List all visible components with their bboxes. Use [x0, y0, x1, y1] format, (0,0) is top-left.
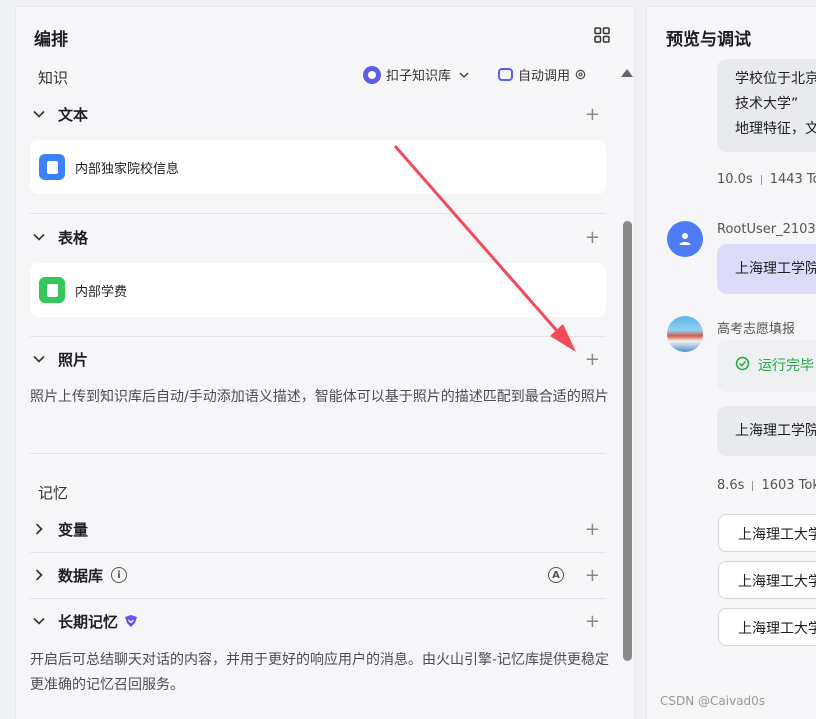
- long-term-memory-row[interactable]: 长期记忆 +: [30, 606, 606, 636]
- divider: [30, 552, 606, 553]
- coze-kb-icon: [363, 65, 381, 84]
- add-variable-button[interactable]: +: [585, 519, 600, 540]
- divider: [30, 336, 606, 337]
- add-database-button[interactable]: +: [585, 565, 600, 586]
- suggested-question[interactable]: 上海理工大学: [718, 514, 816, 552]
- divider: [30, 213, 606, 214]
- check-circle-icon: [735, 356, 750, 371]
- memory-section-label: 记忆: [38, 484, 69, 502]
- scroll-up-arrow-icon[interactable]: [621, 69, 633, 77]
- long-term-memory-label: 长期记忆: [58, 612, 119, 631]
- add-long-term-memory-button[interactable]: +: [585, 611, 600, 632]
- table-section-label: 表格: [58, 228, 89, 247]
- chevron-down-icon[interactable]: [30, 350, 48, 368]
- gear-icon[interactable]: [574, 68, 587, 81]
- watermark: CSDN @Caivad0s: [660, 694, 766, 708]
- table-file-icon: [39, 277, 65, 303]
- table-file-name: 内部学费: [75, 284, 128, 300]
- message-line: 学校位于北京: [735, 71, 816, 87]
- bot-icon: [498, 68, 513, 81]
- bot-reply-bubble: 上海理工学院: [717, 406, 816, 456]
- token-count: 1443 Tokens: [769, 172, 816, 187]
- suggested-question[interactable]: 上海理工大学: [718, 608, 816, 646]
- user-avatar: [667, 221, 703, 257]
- chevron-right-icon[interactable]: [30, 566, 48, 584]
- text-knowledge-card[interactable]: 内部独家院校信息: [30, 140, 606, 194]
- add-table-button[interactable]: +: [585, 227, 600, 248]
- premium-badge-icon: [125, 615, 138, 627]
- photo-description: 照片上传到知识库后自动/手动添加语义描述，智能体可以基于照片的描述匹配到最合适的…: [30, 389, 609, 405]
- message-meta: 8.6s 1603 Tokens: [717, 478, 816, 493]
- response-time: 10.0s: [717, 172, 753, 187]
- auto-call-setting[interactable]: 自动调用: [498, 65, 587, 84]
- database-label: 数据库: [58, 566, 104, 585]
- preview-title: 预览与调试: [666, 30, 751, 50]
- bot-message-bubble: 学校位于北京 技术大学” 地理特征，文: [717, 59, 816, 152]
- bot-avatar: [667, 316, 703, 352]
- suggested-question[interactable]: 上海理工大学: [718, 561, 816, 599]
- run-status-text: 运行完毕: [758, 358, 814, 374]
- message-line: 技术大学”: [735, 96, 799, 112]
- variables-row[interactable]: 变量 +: [30, 514, 606, 544]
- run-status-bubble[interactable]: 运行完毕: [717, 340, 816, 392]
- info-icon[interactable]: i: [111, 567, 128, 583]
- divider: [30, 598, 606, 599]
- chevron-down-icon[interactable]: [30, 228, 48, 246]
- text-section-label: 文本: [58, 105, 89, 124]
- response-time: 8.6s: [717, 478, 745, 493]
- message-line: 地理特征，文: [735, 121, 816, 137]
- auto-mode-icon[interactable]: A: [548, 567, 564, 583]
- user-name: RootUser_2103946: [717, 222, 816, 237]
- arrangement-panel: 编排 知识 扣子知识库 自动调用 文本 + 内部独家院校信息 表格 + 内部学费: [15, 6, 635, 719]
- message-meta: 10.0s 1443 Tokens: [717, 172, 816, 187]
- text-section-header[interactable]: 文本 +: [30, 99, 606, 129]
- text-file-name: 内部独家院校信息: [75, 161, 180, 177]
- user-message: 上海理工学院: [735, 261, 816, 277]
- photo-section-header[interactable]: 照片 +: [30, 344, 606, 374]
- panel-title: 编排: [34, 30, 68, 50]
- user-message-bubble: 上海理工学院: [717, 244, 816, 294]
- database-row[interactable]: 数据库 i A +: [30, 560, 606, 590]
- chevron-down-icon[interactable]: [30, 612, 48, 630]
- text-file-icon: [39, 154, 65, 180]
- add-text-button[interactable]: +: [585, 104, 600, 125]
- chevron-down-icon: [459, 71, 469, 78]
- preview-debug-panel: 预览与调试 学校位于北京 技术大学” 地理特征，文 10.0s 1443 Toke…: [646, 6, 816, 719]
- bot-name: 高考志愿填报: [717, 322, 796, 337]
- chevron-right-icon[interactable]: [30, 520, 48, 538]
- user-icon: [679, 233, 691, 245]
- token-count: 1603 Tokens: [761, 478, 816, 493]
- knowledge-base-picker[interactable]: 扣子知识库: [363, 65, 469, 84]
- auto-call-label: 自动调用: [518, 69, 571, 84]
- table-section-header[interactable]: 表格 +: [30, 222, 606, 252]
- variables-label: 变量: [58, 520, 89, 539]
- knowledge-section-label: 知识: [38, 69, 69, 87]
- scrollbar-thumb[interactable]: [623, 221, 632, 661]
- add-photo-button[interactable]: +: [585, 349, 600, 370]
- long-term-memory-description: 开启后可总结聊天对话的内容，并用于更好的响应用户的消息。由火山引擎-记忆库提供更…: [30, 652, 610, 693]
- photo-section-label: 照片: [58, 350, 89, 369]
- divider: [30, 453, 606, 454]
- table-knowledge-card[interactable]: 内部学费: [30, 263, 606, 317]
- layout-grid-icon[interactable]: [594, 27, 610, 43]
- bot-reply: 上海理工学院: [735, 423, 816, 439]
- kb-name: 扣子知识库: [386, 69, 452, 84]
- chevron-down-icon[interactable]: [30, 105, 48, 123]
